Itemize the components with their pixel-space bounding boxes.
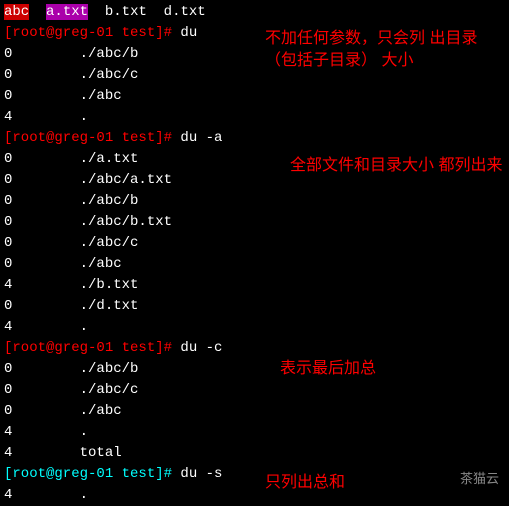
annotation-summary: 只列出总和	[265, 472, 345, 494]
top-fragment-line: abc a.txt b.txt d.txt	[4, 2, 505, 23]
annotation-all-files: 全部文件和目录大小 都列出来	[290, 155, 502, 177]
annotation-no-args: 不加任何参数，只会列 出目录（包括子目录） 大小	[265, 28, 509, 73]
output-line: 0 ./abc	[4, 401, 505, 422]
output-line: 0 ./abc/b	[4, 191, 505, 212]
shell-prompt: [root@greg-01 test]#	[4, 340, 172, 356]
annotation-total: 表示最后加总	[280, 358, 376, 380]
output-line: 4 .	[4, 422, 505, 443]
output-line: 0 ./abc/c	[4, 380, 505, 401]
shell-command: du -s	[172, 466, 222, 482]
output-line: 4 ./b.txt	[4, 275, 505, 296]
output-line: 0 ./abc/b.txt	[4, 212, 505, 233]
output-line: 0 ./d.txt	[4, 296, 505, 317]
shell-prompt: [root@greg-01 test]#	[4, 25, 172, 41]
shell-command: du -a	[172, 130, 222, 146]
output-line: 0 ./abc/b	[4, 359, 505, 380]
output-line: 4 .	[4, 107, 505, 128]
prompt-line-4[interactable]: [root@greg-01 test]# du -s	[4, 464, 505, 485]
frag-atxt: a.txt	[46, 4, 88, 20]
output-line: 0 ./abc/c	[4, 233, 505, 254]
output-line: 4 .	[4, 317, 505, 338]
shell-command: du -c	[172, 340, 222, 356]
output-line: 0 ./abc	[4, 254, 505, 275]
output-line: 4 total	[4, 443, 505, 464]
output-line: 4 .	[4, 485, 505, 506]
watermark-text: 茶猫云	[460, 469, 499, 489]
shell-prompt: [root@greg-01 test]#	[4, 466, 172, 482]
shell-command: du	[172, 25, 197, 41]
frag-rest: b.txt d.txt	[105, 4, 206, 20]
prompt-line-2[interactable]: [root@greg-01 test]# du -a	[4, 128, 505, 149]
prompt-line-3[interactable]: [root@greg-01 test]# du -c	[4, 338, 505, 359]
output-line: 0 ./abc	[4, 86, 505, 107]
shell-prompt: [root@greg-01 test]#	[4, 130, 172, 146]
frag-abc: abc	[4, 4, 29, 20]
